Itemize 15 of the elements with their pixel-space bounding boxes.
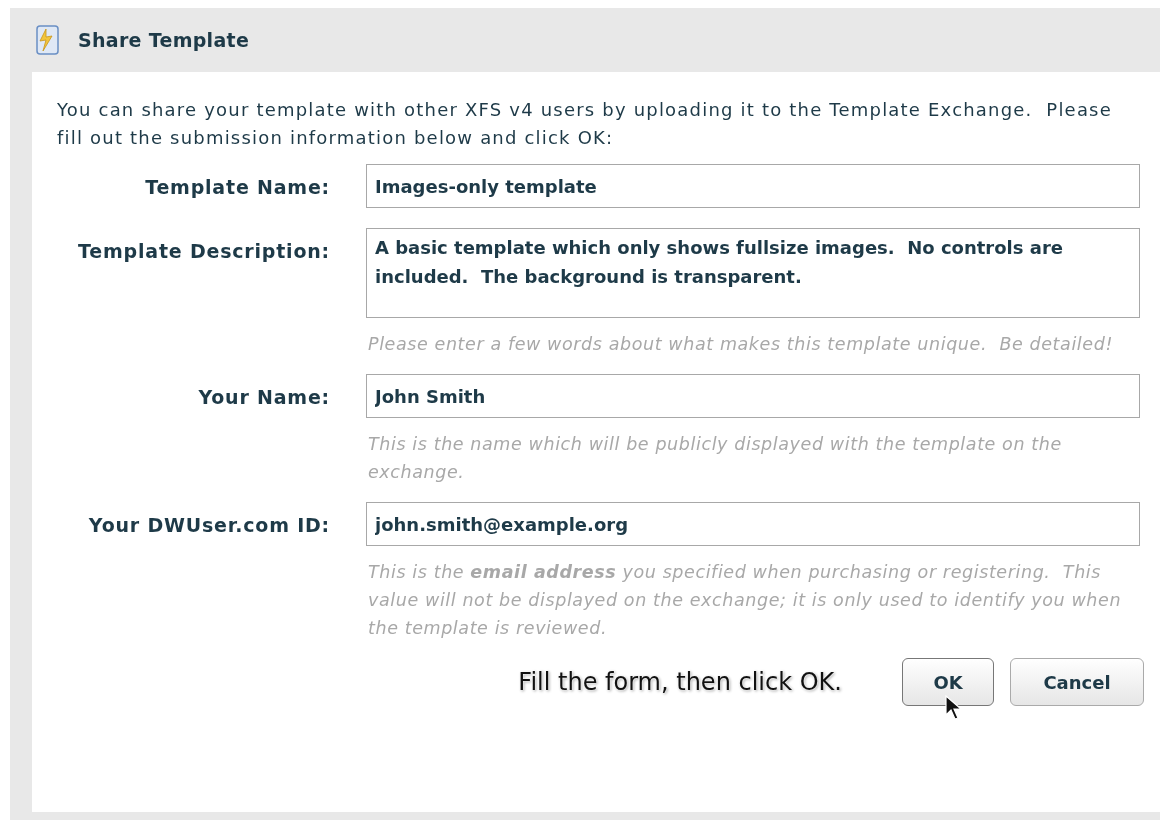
field-label: Template Description: xyxy=(78,240,330,262)
field-label: Your DWUser.com ID: xyxy=(88,514,330,536)
intro-text: You can share your template with other XFS v4 users by uploading it to the Template Exchange. Please fill out the submission information below and click OK: xyxy=(57,98,1113,150)
text-area[interactable]: A basic template which only shows fullsize images. No controls are included. The background is transparent. xyxy=(366,228,1140,318)
field-label: Your Name: xyxy=(198,386,330,408)
field-hint: This is the name which will be publicly displayed with the template on the exchange. xyxy=(367,433,1063,484)
dialog-title: Share Template xyxy=(78,27,250,53)
text-field[interactable]: Images-only template xyxy=(366,164,1140,208)
cancel-button[interactable]: Cancel xyxy=(1010,658,1144,706)
field-hint: This is the email address you specified when purchasing or registering. This value will not be displayed on the exchange; it is only used to identify you when the template is reviewed. xyxy=(367,561,1123,640)
field-label: Template Name: xyxy=(145,176,330,198)
cursor-icon xyxy=(945,695,963,721)
field-hint: Please enter a few words about what makes this template unique. Be detailed! xyxy=(367,333,1114,356)
tutorial-caption: Fill the form, then click OK. xyxy=(518,667,842,698)
text-field[interactable]: john.smith@example.org xyxy=(366,502,1140,546)
